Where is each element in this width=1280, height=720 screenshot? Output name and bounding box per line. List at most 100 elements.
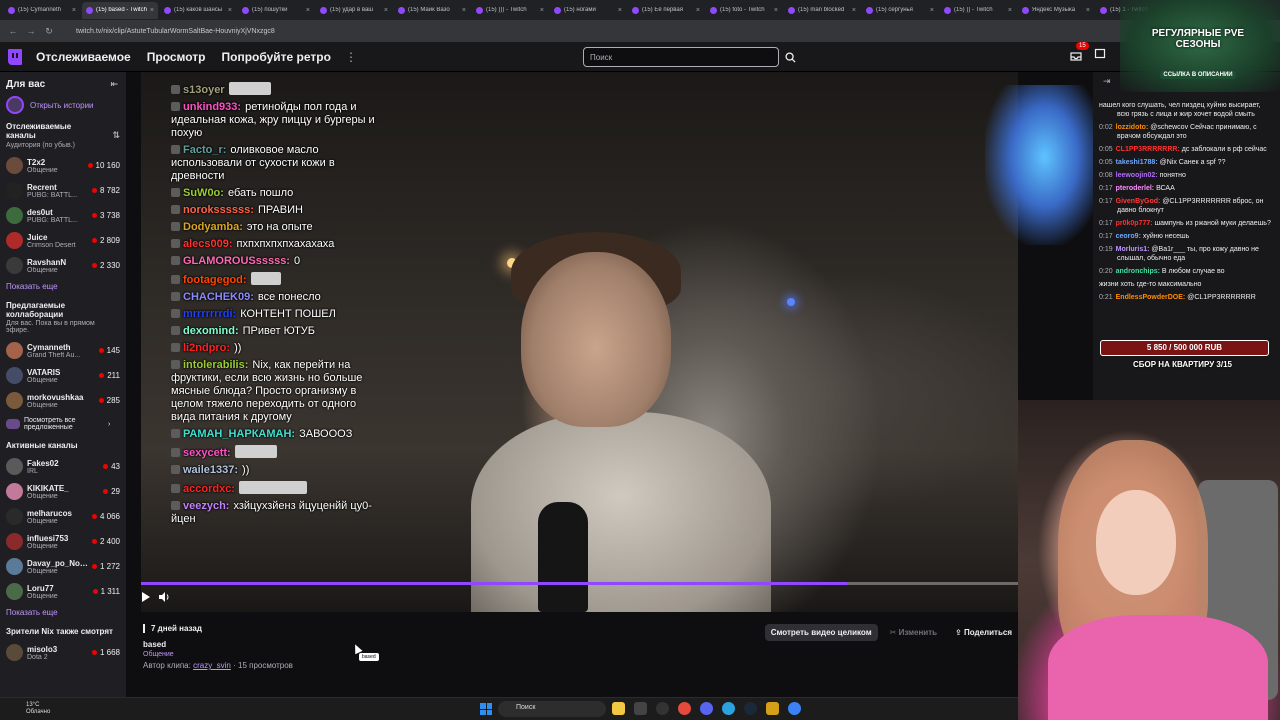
twitch-logo-icon[interactable]: [8, 48, 22, 65]
show-more-active-link[interactable]: Показать еще: [0, 604, 126, 621]
tab-close-icon[interactable]: ×: [774, 7, 778, 14]
chat-username[interactable]: takeshi1788:: [1116, 159, 1158, 166]
sidebar-channel[interactable]: des0ut PUBG: BATTL... 3 738: [0, 203, 126, 228]
show-more-followed-link[interactable]: Показать еще: [0, 278, 126, 295]
volume-icon[interactable]: [158, 591, 170, 603]
browser-tab[interactable]: (15) Майк Вазо ×: [394, 2, 470, 19]
sidebar-channel[interactable]: misolo3 Dota 2 1 668: [0, 640, 126, 665]
notifications-button[interactable]: 15: [1070, 42, 1089, 63]
stories-row[interactable]: Открыть истории: [0, 94, 126, 116]
search-button[interactable]: [781, 47, 799, 67]
clip-author-link[interactable]: crazy_svin: [193, 661, 231, 670]
collapse-sidebar-icon[interactable]: ⇤: [110, 79, 118, 90]
tab-close-icon[interactable]: ×: [618, 7, 622, 14]
clip-category-link[interactable]: Общение: [143, 651, 174, 658]
browser-tab[interactable]: (15) )) - Twitch ×: [940, 2, 1016, 19]
browser-tab[interactable]: (15) удар в ваш ×: [316, 2, 392, 19]
chat-username: mrrrrrrrdi:: [183, 308, 237, 320]
browser-tab[interactable]: (15) Её первая ×: [628, 2, 704, 19]
media-icon[interactable]: [634, 702, 647, 715]
sidebar-channel[interactable]: influesi753 Общение 2 400: [0, 529, 126, 554]
sidebar-channel[interactable]: morkovushkaa Общение 285: [0, 388, 126, 413]
search-input[interactable]: Поиск: [583, 47, 779, 67]
browser-tab[interactable]: (15) based - Twitch ×: [82, 1, 158, 19]
browser-tab[interactable]: Яндекс Музыка ×: [1018, 2, 1094, 19]
video-progress-bar[interactable]: [141, 582, 1018, 585]
whispers-button[interactable]: [1094, 47, 1106, 65]
chat-username[interactable]: CL1PP3RRRRRRR:: [1116, 146, 1180, 153]
tab-close-icon[interactable]: ×: [150, 7, 154, 14]
tab-close-icon[interactable]: ×: [930, 7, 934, 14]
browser-tab[interactable]: (15) ногами ×: [550, 2, 626, 19]
browser-tab[interactable]: (15) ))) - Twitch ×: [472, 2, 548, 19]
tab-close-icon[interactable]: ×: [1008, 7, 1012, 14]
browser-tab[interactable]: (15) сергунья ×: [862, 2, 938, 19]
tab-close-icon[interactable]: ×: [384, 7, 388, 14]
discord-icon[interactable]: [700, 702, 713, 715]
back-icon[interactable]: ←: [8, 26, 18, 36]
tab-close-icon[interactable]: ×: [228, 7, 232, 14]
browser-tab[interactable]: (15) man blocked ×: [784, 2, 860, 19]
sidebar-channel[interactable]: T2x2 Общение 10 160: [0, 153, 126, 178]
chat-username[interactable]: GivenByGod:: [1116, 198, 1161, 205]
messenger-icon[interactable]: [788, 702, 801, 715]
browser-tab[interactable]: (15) каков шансы ×: [160, 2, 236, 19]
sidebar-channel[interactable]: Recrent PUBG: BATTL... 8 782: [0, 178, 126, 203]
reload-icon[interactable]: ↻: [44, 26, 54, 37]
telegram-icon[interactable]: [722, 702, 735, 715]
sort-icon[interactable]: ⇅: [112, 130, 120, 141]
nav-browse-link[interactable]: Просмотр: [147, 50, 206, 64]
tab-close-icon[interactable]: ×: [540, 7, 544, 14]
see-all-recommended-link[interactable]: Посмотреть все предложенные ›: [0, 413, 126, 435]
sidebar-channel[interactable]: VATARIS Общение 211: [0, 363, 126, 388]
weather-widget[interactable]: 13°C Облачно: [26, 702, 50, 716]
obs-icon[interactable]: [656, 702, 669, 715]
tab-close-icon[interactable]: ×: [1086, 7, 1090, 14]
watch-full-video-button[interactable]: Смотреть видео целиком: [764, 624, 878, 641]
tab-close-icon[interactable]: ×: [306, 7, 310, 14]
sidebar-channel[interactable]: Cymanneth Grand Theft Au... 145: [0, 338, 126, 363]
video-player[interactable]: s13oyer unkind933: ретинойды пол года и ид…: [141, 72, 1018, 612]
chat-collapse-icon[interactable]: ⇥: [1103, 76, 1111, 87]
chat-username[interactable]: andronchips:: [1116, 268, 1160, 275]
tab-label: (15) man blocked: [798, 7, 845, 13]
sidebar-channel[interactable]: Fakes02 IRL 43: [0, 454, 126, 479]
chat-username[interactable]: leewoojin02:: [1116, 172, 1158, 179]
browser-tab[interactable]: (15) Cymanneth ×: [4, 2, 80, 19]
sidebar-channel[interactable]: RavshanN Общение 2 330: [0, 253, 126, 278]
sidebar-channel[interactable]: Davay_po_Nov... Общение 1 272: [0, 554, 126, 579]
chat-username[interactable]: EndlessPowderDOE:: [1116, 294, 1186, 301]
more-icon[interactable]: ⋮: [345, 50, 357, 64]
nav-retro-link[interactable]: Попробуйте ретро: [222, 50, 331, 64]
play-icon[interactable]: [141, 591, 151, 603]
chat-username[interactable]: Morluris1:: [1116, 246, 1150, 253]
steam-icon[interactable]: [744, 702, 757, 715]
tab-close-icon[interactable]: ×: [72, 7, 76, 14]
chat-username[interactable]: ceoro9:: [1116, 233, 1141, 240]
tab-close-icon[interactable]: ×: [852, 7, 856, 14]
chat-username[interactable]: pr0k0p777:: [1116, 220, 1153, 227]
forward-icon[interactable]: →: [26, 26, 36, 36]
share-button[interactable]: ⇪ Поделиться: [949, 624, 1018, 641]
windows-start-icon[interactable]: [480, 703, 492, 715]
taskbar-search[interactable]: Поиск: [498, 701, 606, 717]
lock-icon[interactable]: [766, 702, 779, 715]
sidebar-channel[interactable]: Juice Crimson Desert 2 809: [0, 228, 126, 253]
chat-username: norokssssss:: [183, 204, 254, 216]
url-field[interactable]: twitch.tv/nix/clip/AstuteTubularWormSalt…: [76, 28, 275, 35]
explorer-icon[interactable]: [612, 702, 625, 715]
chrome-icon[interactable]: [678, 702, 691, 715]
browser-tab[interactable]: (15) foto - Twitch ×: [706, 2, 782, 19]
sidebar-channel[interactable]: KIKIKATE_ Общение 29: [0, 479, 126, 504]
edit-clip-button[interactable]: ✂ Изменить: [884, 624, 943, 641]
nav-following-link[interactable]: Отслеживаемое: [36, 50, 131, 64]
tab-close-icon[interactable]: ×: [462, 7, 466, 14]
tab-label: (15) Cymanneth: [18, 7, 62, 13]
sidebar-channel[interactable]: melharucos Общение 4 066: [0, 504, 126, 529]
sidebar-channel[interactable]: Loru77 Общение 1 311: [0, 579, 126, 604]
chat-username[interactable]: pteroderlel:: [1116, 185, 1155, 192]
browser-tab[interactable]: (15) пошутки ×: [238, 2, 314, 19]
tab-close-icon[interactable]: ×: [696, 7, 700, 14]
story-avatar[interactable]: [6, 96, 24, 114]
chat-username[interactable]: lozzidoto:: [1116, 124, 1149, 131]
